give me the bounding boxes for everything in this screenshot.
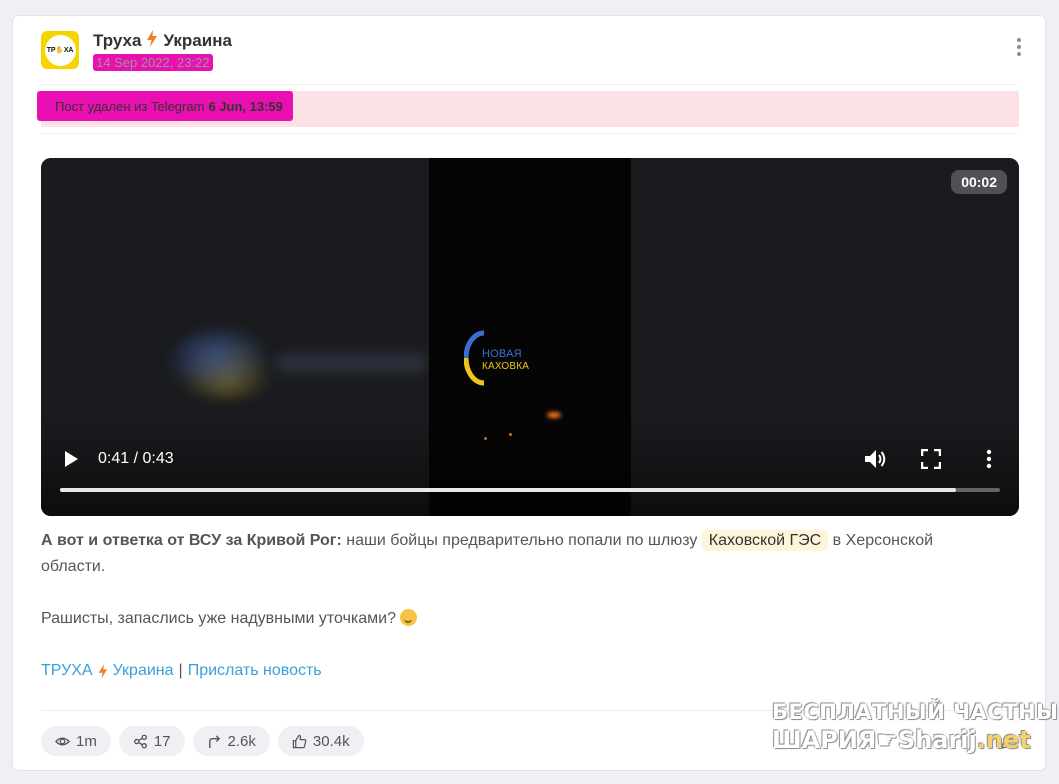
likes-stat[interactable]: 30.4k <box>277 726 364 756</box>
video-more-icon[interactable] <box>986 449 992 469</box>
highlight-chip[interactable]: Каховской ГЭС <box>701 530 829 551</box>
divider <box>41 133 1017 134</box>
forwards-stat[interactable]: 2.6k <box>192 726 270 756</box>
post-stats: 1m 17 2.6k 30.4k <box>41 726 364 756</box>
edit-icon[interactable] <box>1000 733 1017 750</box>
share-icon <box>133 734 147 748</box>
grimace-emoji-icon <box>400 609 418 626</box>
lightning-icon <box>146 30 158 52</box>
logo-text-kakhovka: КАХОВКА <box>482 361 530 372</box>
post-date[interactable]: 14 Sep 2022, 23:22 <box>93 54 213 71</box>
thumbs-up-icon <box>292 734 307 748</box>
link-separator: | <box>178 662 183 679</box>
shares-count: 17 <box>153 732 171 750</box>
views-count: 1m <box>76 732 97 750</box>
avatar-logo-text: ТР✋ХА <box>44 34 76 66</box>
video-progress-fill <box>60 488 956 492</box>
post-text-part1: наши бойцы предварительно попали по шлюз… <box>341 532 702 549</box>
forwards-count: 2.6k <box>227 732 256 750</box>
logo-text-novaya: НОВАЯ <box>482 348 522 360</box>
lightning-icon <box>98 663 107 679</box>
channel-link-ukraina[interactable]: Украина <box>113 658 174 684</box>
play-icon[interactable] <box>63 450 79 468</box>
video-progress-bar[interactable] <box>60 488 1000 492</box>
deleted-notice-text: Пост удален из Telegram <box>55 98 205 114</box>
channel-link-truha[interactable]: ТРУХА <box>41 658 93 684</box>
post-card: ТР✋ХА Труха Украина 14 Sep 2022, 23:22 П… <box>12 15 1046 771</box>
more-options-icon[interactable] <box>1017 38 1021 56</box>
shares-stat[interactable]: 17 <box>118 726 185 756</box>
likes-count: 30.4k <box>312 732 350 750</box>
channel-name[interactable]: Труха Украина <box>93 30 232 52</box>
forward-icon <box>208 734 220 748</box>
channel-name-text: Труха <box>93 31 142 50</box>
video-player[interactable]: НОВАЯ КАХОВКА 00:02 0:41 / 0:43 <box>41 158 1019 516</box>
post-footer-links: ТРУХА Украина | Прислать новость <box>41 658 322 684</box>
post-lead: А вот и ответка от ВСУ за Кривой Рог: <box>41 532 342 549</box>
channel-avatar[interactable]: ТР✋ХА <box>41 31 79 69</box>
divider <box>41 84 1017 85</box>
duration-badge: 00:02 <box>951 170 1007 194</box>
post-body: А вот и ответка от ВСУ за Кривой Рог: на… <box>41 528 1001 580</box>
video-time: 0:41 / 0:43 <box>98 450 174 467</box>
deleted-notice: Пост удален из Telegram 6 Jun, 13:59 <box>37 91 293 121</box>
kakhovka-logo: НОВАЯ КАХОВКА <box>464 330 544 390</box>
volume-icon[interactable] <box>863 448 887 470</box>
views-stat[interactable]: 1m <box>41 726 111 756</box>
eye-icon <box>55 737 70 745</box>
post-second-text: Рашисты, запаслись уже надувными уточкам… <box>41 610 397 627</box>
deleted-notice-banner: Пост удален из Telegram 6 Jun, 13:59 <box>37 91 1019 127</box>
submit-news-link[interactable]: Прислать новость <box>188 658 322 684</box>
channel-name-suffix: Украина <box>163 31 232 50</box>
deleted-notice-date: 6 Jun, 13:59 <box>208 98 283 114</box>
divider <box>41 710 1017 711</box>
post-second-paragraph: Рашисты, запаслись уже надувными уточкам… <box>41 606 418 632</box>
fullscreen-icon[interactable] <box>921 449 941 469</box>
